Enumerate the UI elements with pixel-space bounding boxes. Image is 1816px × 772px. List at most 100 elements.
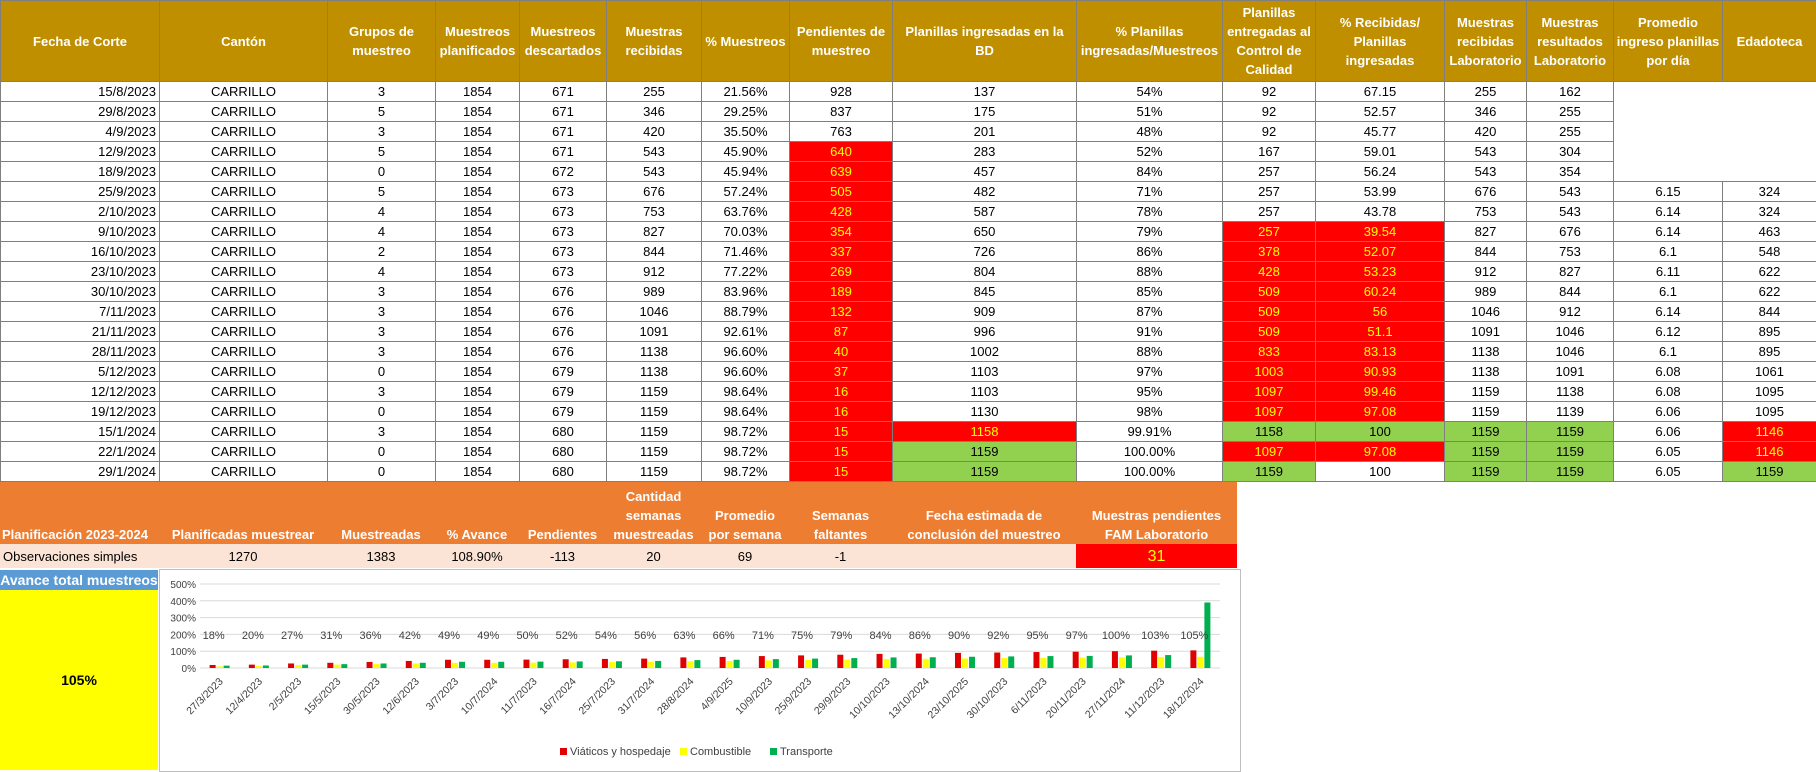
bar-viaticos [837, 654, 844, 668]
table-row: 28/11/2023 CARRILLO 3 1854 676 1138 96.60% 40 10… [0, 341, 1816, 362]
data-label: 18% [203, 630, 225, 642]
table-cell: 63.76% [701, 201, 790, 222]
table-cell: 1854 [435, 201, 520, 222]
planning-cell: 69 [701, 544, 789, 568]
table-cell: CARRILLO [159, 81, 328, 102]
table-cell: 98.72% [701, 441, 790, 462]
planning-cell: 20 [606, 544, 701, 568]
table-cell: 45.94% [701, 161, 790, 182]
planning-cell: Observaciones simples [0, 544, 159, 568]
table-cell: 1046 [1526, 341, 1614, 362]
bar-combustible [648, 661, 655, 668]
planning-cell [892, 544, 1076, 568]
column-header: Grupos de muestreo [327, 0, 436, 82]
table-cell: 1159 [1526, 461, 1614, 482]
table-cell: 255 [1526, 121, 1614, 142]
table-cell: 92.61% [701, 321, 790, 342]
table-cell: 844 [1722, 301, 1816, 322]
table-cell: 3 [327, 301, 436, 322]
bar-viaticos [405, 660, 412, 668]
table-cell: 1854 [435, 321, 520, 342]
table-cell: 543 [1526, 201, 1614, 222]
table-cell: 346 [1444, 101, 1527, 122]
x-tick-label: 13/10/2024 [886, 676, 932, 722]
table-cell: 0 [327, 361, 436, 382]
bar-combustible [255, 665, 262, 668]
table-cell: 1854 [435, 221, 520, 242]
table-cell: 679 [519, 381, 607, 402]
table-cell: 543 [1526, 181, 1614, 202]
planning-cell: -113 [519, 544, 606, 568]
table-cell: 912 [1526, 301, 1614, 322]
bar-combustible [569, 662, 576, 668]
cutoff-table: Fecha de Corte Cantón Grupos de muestreo Mu… [0, 0, 1816, 482]
planning-table: Planificación 2023-2024 Planificadas mues… [0, 482, 1237, 568]
bar-combustible [805, 659, 812, 668]
chart-area[interactable]: 0% 100% 200% 300% 400% 500% 18% 27/3/2023 20% 12/… [159, 569, 1241, 772]
table-cell: 52.57 [1315, 101, 1445, 122]
table-cell: 269 [789, 261, 893, 282]
table-cell: 257 [1222, 201, 1316, 222]
table-cell: 78% [1076, 201, 1223, 222]
x-tick-label: 30/10/2023 [965, 676, 1011, 722]
table-cell: 509 [1222, 321, 1316, 342]
table-cell: 87% [1076, 301, 1223, 322]
bar-viaticos [484, 659, 491, 668]
table-cell: 1046 [1444, 301, 1527, 322]
table-cell: 0 [327, 401, 436, 422]
table-cell: CARRILLO [159, 321, 328, 342]
table-cell: 337 [789, 241, 893, 262]
table-cell: CARRILLO [159, 461, 328, 482]
progress-chart: 0% 100% 200% 300% 400% 500% 18% 27/3/2023 20% 12/… [170, 580, 1220, 758]
table-row: 15/1/2024 CARRILLO 3 1854 680 1159 98.72% 15 115… [0, 421, 1816, 442]
y-tick-label: 300% [170, 614, 196, 625]
bar-combustible [491, 662, 498, 668]
table-cell: 1138 [1526, 381, 1614, 402]
table-cell: CARRILLO [159, 401, 328, 422]
bar-viaticos [562, 659, 569, 668]
table-cell: 671 [519, 101, 607, 122]
table-cell: 1159 [1444, 381, 1527, 402]
x-tick-label: 12/4/2023 [223, 676, 265, 718]
bar-combustible [530, 662, 537, 668]
column-header: Pendientes de muestreo [789, 0, 893, 82]
bar-transporte [772, 659, 779, 668]
table-cell: 12/9/2023 [0, 141, 160, 162]
table-cell: 1159 [1526, 421, 1614, 442]
bar-transporte [537, 661, 544, 668]
table-cell: 324 [1722, 181, 1816, 202]
table-cell: 420 [1444, 121, 1527, 142]
x-tick-label: 16/7/2024 [537, 676, 579, 718]
table-cell: 100.00% [1076, 441, 1223, 462]
table-cell: 6.05 [1613, 461, 1723, 482]
x-tick-label: 27/11/2024 [1083, 676, 1128, 721]
table-cell: 3 [327, 381, 436, 402]
table-cell: 895 [1722, 341, 1816, 362]
table-cell: 671 [519, 81, 607, 102]
table-cell: 67.15 [1315, 81, 1445, 102]
table-cell: 53.99 [1315, 181, 1445, 202]
table-cell: 12/12/2023 [0, 381, 160, 402]
table-row: 30/10/2023 CARRILLO 3 1854 676 989 83.96% 189 84… [0, 281, 1816, 302]
table-cell: CARRILLO [159, 141, 328, 162]
planning-cell: 1270 [159, 544, 327, 568]
table-cell: 673 [519, 221, 607, 242]
table-cell: 100 [1315, 421, 1445, 442]
table-cell: 753 [606, 201, 702, 222]
table-cell: 989 [606, 281, 702, 302]
table-row: 25/9/2023 CARRILLO 5 1854 673 676 57.24% 505 482… [0, 181, 1816, 202]
table-cell: 837 [789, 101, 893, 122]
legend-swatch [680, 748, 687, 755]
bar-transporte [223, 665, 230, 668]
table-cell: 98.64% [701, 401, 790, 422]
planning-header: Fecha estimada de conclusión del muestre… [892, 482, 1076, 544]
data-label: 90% [948, 630, 970, 642]
table-cell: CARRILLO [159, 361, 328, 382]
bar-transporte [1086, 655, 1093, 668]
table-cell: 1854 [435, 441, 520, 462]
planning-header: % Avance [435, 482, 519, 544]
data-label: 66% [713, 630, 735, 642]
table-cell: 509 [1222, 301, 1316, 322]
bar-viaticos [445, 659, 451, 668]
table-cell: 1854 [435, 81, 520, 102]
